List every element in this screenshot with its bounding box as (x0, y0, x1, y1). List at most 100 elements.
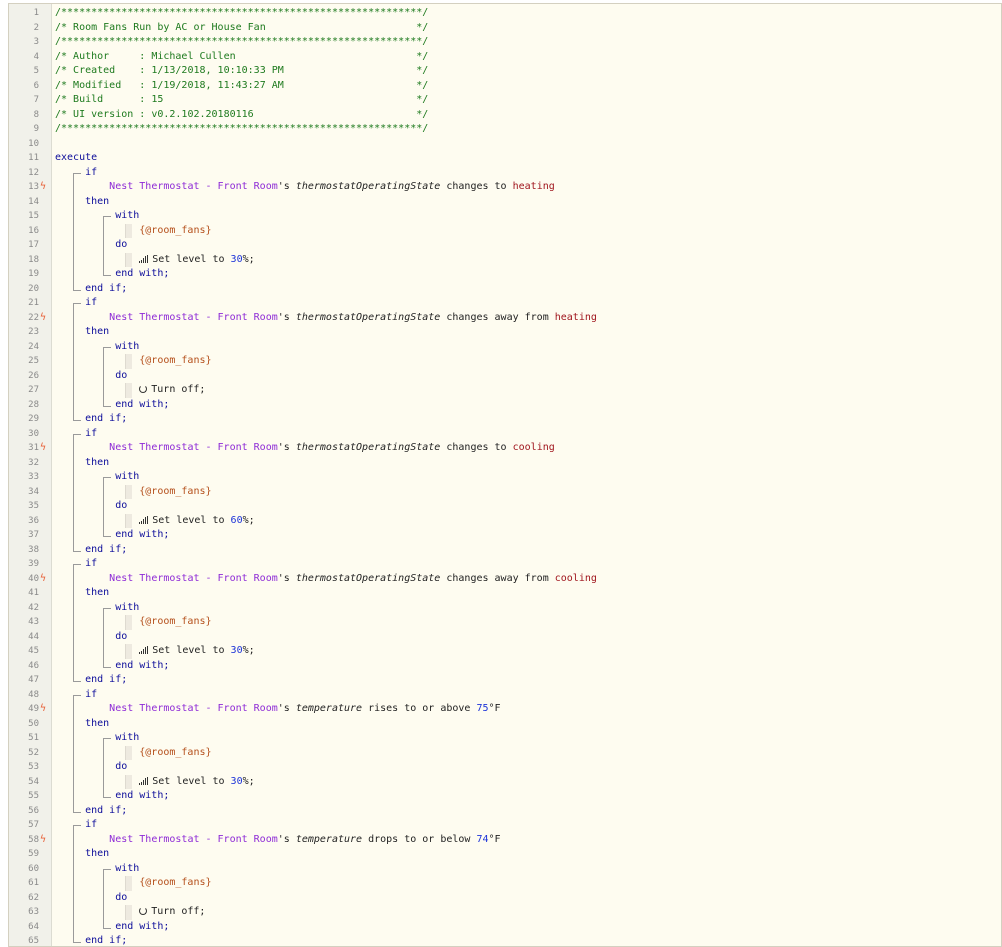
if-keyword[interactable]: if (85, 428, 97, 439)
do-keyword[interactable]: do (115, 239, 127, 250)
room-fans-variable[interactable]: {@room_fans} (139, 747, 211, 758)
code-text[interactable]: end with; (115, 659, 169, 674)
code-text[interactable]: /* Created : 1/13/2018, 10:10:33 PM */ (55, 64, 428, 79)
end-with-keyword[interactable]: end with; (115, 790, 169, 801)
room-fans-variable[interactable]: {@room_fans} (139, 355, 211, 366)
with-keyword[interactable]: with (115, 471, 139, 482)
end-with-keyword[interactable]: end with; (115, 399, 169, 410)
code-text[interactable]: {@room_fans} (139, 224, 211, 239)
end-if-keyword[interactable]: end if; (85, 805, 127, 816)
code-text[interactable]: end with; (115, 528, 169, 543)
do-keyword[interactable]: do (115, 370, 127, 381)
code-text[interactable]: do (115, 499, 127, 514)
action-text[interactable]: Turn off; (151, 906, 205, 917)
code-text[interactable]: {@room_fans} (139, 485, 211, 500)
code-text[interactable]: {@room_fans} (139, 615, 211, 630)
code-text[interactable]: end with; (115, 920, 169, 935)
code-text[interactable]: Nest Thermostat - Front Room's temperatu… (109, 702, 500, 717)
code-text[interactable]: if (85, 688, 97, 703)
code-text[interactable]: with (115, 601, 139, 616)
code-text[interactable]: do (115, 369, 127, 384)
if-keyword[interactable]: if (85, 297, 97, 308)
code-text[interactable]: end if; (85, 934, 127, 946)
then-keyword[interactable]: then (85, 196, 109, 207)
code-text[interactable]: /* Room Fans Run by AC or House Fan */ (55, 21, 428, 36)
code-text[interactable]: {@room_fans} (139, 354, 211, 369)
then-keyword[interactable]: then (85, 326, 109, 337)
code-text[interactable]: end with; (115, 398, 169, 413)
do-keyword[interactable]: do (115, 761, 127, 772)
end-with-keyword[interactable]: end with; (115, 268, 169, 279)
code-text[interactable]: execute (55, 151, 97, 166)
code-text[interactable]: /* Build : 15 */ (55, 93, 428, 108)
code-text[interactable]: end if; (85, 673, 127, 688)
with-keyword[interactable]: with (115, 732, 139, 743)
end-if-keyword[interactable]: end if; (85, 544, 127, 555)
code-text[interactable]: {@room_fans} (139, 746, 211, 761)
end-with-keyword[interactable]: end with; (115, 660, 169, 671)
code-text[interactable]: {@room_fans} (139, 876, 211, 891)
room-fans-variable[interactable]: {@room_fans} (139, 616, 211, 627)
then-keyword[interactable]: then (85, 848, 109, 859)
with-keyword[interactable]: with (115, 210, 139, 221)
then-keyword[interactable]: then (85, 718, 109, 729)
end-with-keyword[interactable]: end with; (115, 921, 169, 932)
code-text[interactable]: Set level to 30%; (139, 253, 255, 268)
code-text[interactable]: do (115, 891, 127, 906)
device-name[interactable]: Nest Thermostat - Front Room (109, 834, 278, 845)
code-text[interactable]: Nest Thermostat - Front Room's temperatu… (109, 833, 500, 848)
code-text[interactable]: Turn off; (139, 905, 205, 920)
device-name[interactable]: Nest Thermostat - Front Room (109, 703, 278, 714)
code-text[interactable]: /* Modified : 1/19/2018, 11:43:27 AM */ (55, 79, 428, 94)
do-keyword[interactable]: do (115, 892, 127, 903)
code-text[interactable]: do (115, 760, 127, 775)
code-text[interactable]: if (85, 166, 97, 181)
code-text[interactable]: if (85, 296, 97, 311)
action-text[interactable]: Turn off; (151, 384, 205, 395)
code-text[interactable]: then (85, 325, 109, 340)
code-text[interactable]: with (115, 862, 139, 877)
room-fans-variable[interactable]: {@room_fans} (139, 225, 211, 236)
code-text[interactable]: end if; (85, 804, 127, 819)
room-fans-variable[interactable]: {@room_fans} (139, 486, 211, 497)
code-text[interactable]: do (115, 238, 127, 253)
code-text[interactable]: /* UI version : v0.2.102.20180116 */ (55, 108, 428, 123)
if-keyword[interactable]: if (85, 819, 97, 830)
end-if-keyword[interactable]: end if; (85, 674, 127, 685)
device-name[interactable]: Nest Thermostat - Front Room (109, 312, 278, 323)
action-text[interactable]: Set level to (152, 645, 224, 656)
do-keyword[interactable]: do (115, 500, 127, 511)
code-text[interactable]: Turn off; (139, 383, 205, 398)
code-text[interactable]: /* Author : Michael Cullen */ (55, 50, 428, 65)
code-text[interactable]: Set level to 30%; (139, 644, 255, 659)
code-text[interactable]: then (85, 717, 109, 732)
code-text[interactable]: /***************************************… (55, 35, 428, 50)
code-text[interactable]: /***************************************… (55, 6, 428, 21)
code-text[interactable]: with (115, 340, 139, 355)
code-text[interactable]: then (85, 847, 109, 862)
with-keyword[interactable]: with (115, 341, 139, 352)
if-keyword[interactable]: if (85, 558, 97, 569)
code-text[interactable]: if (85, 818, 97, 833)
code-text[interactable]: then (85, 195, 109, 210)
code-text[interactable]: end if; (85, 282, 127, 297)
device-name[interactable]: Nest Thermostat - Front Room (109, 573, 278, 584)
code-text[interactable]: if (85, 427, 97, 442)
code-text[interactable]: with (115, 209, 139, 224)
with-keyword[interactable]: with (115, 863, 139, 874)
end-with-keyword[interactable]: end with; (115, 529, 169, 540)
code-text[interactable]: Nest Thermostat - Front Room's thermosta… (109, 441, 555, 456)
code-text[interactable]: if (85, 557, 97, 572)
action-text[interactable]: Set level to (152, 515, 224, 526)
end-if-keyword[interactable]: end if; (85, 283, 127, 294)
if-keyword[interactable]: if (85, 689, 97, 700)
then-keyword[interactable]: then (85, 457, 109, 468)
code-text[interactable]: with (115, 731, 139, 746)
code-text[interactable]: end if; (85, 412, 127, 427)
code-text[interactable]: with (115, 470, 139, 485)
code-text[interactable]: then (85, 586, 109, 601)
code-text[interactable]: Nest Thermostat - Front Room's thermosta… (109, 572, 597, 587)
code-text[interactable]: then (85, 456, 109, 471)
code-text[interactable]: Set level to 30%; (139, 775, 255, 790)
device-name[interactable]: Nest Thermostat - Front Room (109, 181, 278, 192)
